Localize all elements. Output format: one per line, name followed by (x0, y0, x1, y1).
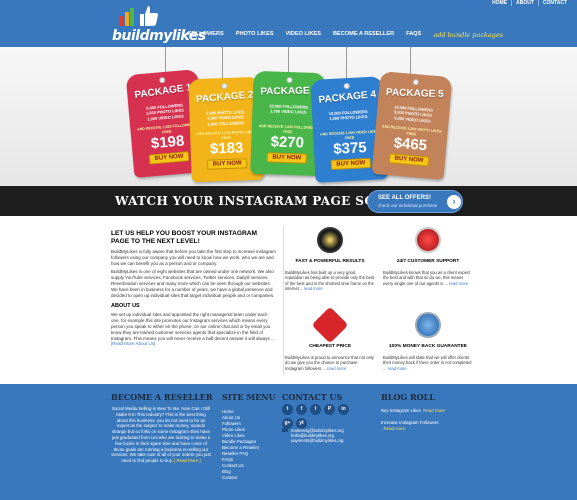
speedometer-icon (317, 227, 343, 253)
nav-followers[interactable]: FOLLOWERS (188, 31, 224, 39)
feature-desc: BuildMyLikes has built up a very good re… (285, 270, 375, 292)
about-paragraph: We set up individual sites and appointed… (111, 312, 275, 347)
buy-now-button[interactable]: BUY NOW (207, 158, 248, 170)
feature-desc: BuildMyLikes will state that we will off… (383, 355, 472, 371)
logo-icon[interactable] (118, 2, 158, 28)
twitter-icon[interactable]: t (282, 404, 293, 415)
feature-desc: BuildMyLikes knows that you as a client … (383, 270, 471, 286)
package-details: 5,000 FOLLOWERS 1,000 PHOTO LIKES 1,000 VI… (145, 102, 185, 122)
tag-string (222, 47, 223, 79)
feature-title: CHEAPEST PRICE (308, 344, 352, 349)
buy-now-button[interactable]: BUY NOW (388, 153, 430, 167)
read-more-link[interactable]: read more (304, 286, 323, 291)
blog-item[interactable]: Increase Instagram Followers Read more (381, 420, 471, 432)
tag-hole (343, 82, 350, 90)
read-more-link[interactable]: read more (388, 366, 407, 371)
envelope-icon (282, 428, 288, 432)
arrow-right-icon: › (447, 195, 461, 209)
facebook-icon[interactable]: f (296, 404, 307, 415)
blog-read-more-link[interactable]: Read more (383, 426, 405, 431)
nav-become-reseller[interactable]: BECOME A RESELLER (333, 31, 394, 39)
tag-hole (412, 78, 420, 86)
offers-label: SEE ALL OFFERS! (378, 195, 432, 201)
tag-string (346, 47, 347, 79)
tag-hole (221, 82, 228, 90)
read-more-about-link[interactable]: [Read More About Us] (111, 341, 155, 346)
footer-menu-item[interactable]: Contact (222, 475, 272, 481)
intro-column: LET US HELP YOU BOOST YOUR INSTAGRAM PAG… (111, 230, 276, 347)
blog-read-more-link[interactable]: Read more (423, 408, 445, 413)
feature-desc: BuildMyLikes is proud to announce that n… (285, 355, 374, 371)
buy-now-button[interactable]: BUY NOW (266, 152, 307, 164)
pinterest-icon[interactable]: P (324, 404, 335, 415)
feature-title: 24/7 CUSTOMER SUPPORT (396, 259, 460, 264)
package-name: PACKAGE 4 (318, 89, 377, 107)
band-title: WATCH YOUR INSTAGRAM PAGE SOAR! (115, 194, 401, 208)
buy-now-button[interactable]: BUY NOW (148, 151, 190, 165)
main-nav: FOLLOWERS PHOTO LIKES VIDEO LIKES BECOME… (188, 31, 515, 39)
intro-paragraph-2: BuildMyLikes is one of eight websites th… (111, 269, 275, 298)
footer-blog-title: BLOG ROLL (381, 392, 435, 402)
package-details: 10,000 FOLLOWERS 1,000 PHOTO LIKES (328, 109, 368, 122)
topnav-home[interactable]: HOME (488, 0, 511, 6)
footer-read-more-link[interactable]: [ Read More ] (174, 458, 201, 463)
column-divider (283, 225, 284, 375)
footer-contact-title: CONTACT US (282, 392, 343, 402)
topnav-contact[interactable]: CONTACT (537, 0, 571, 6)
offers-sublabel: check our individual purchase (378, 203, 438, 208)
nav-faqs[interactable]: FAQS (406, 31, 421, 39)
about-heading: ABOUT US (111, 303, 140, 310)
package-details: 10,000 FOLLOWERS 5,000 PHOTO LIKES 5,000 V… (393, 104, 434, 124)
package-card-5[interactable]: PACKAGE 5 10,000 FOLLOWERS 5,000 PHOTO LI… (371, 71, 453, 180)
intro-paragraph-1: BuildMyLikes is fully aware that before … (111, 249, 276, 266)
topnav-about[interactable]: ABOUT (511, 0, 538, 6)
support-badge-icon (415, 227, 441, 253)
footer-reseller-text: Social Media Selling is New To Me. How C… (111, 406, 211, 464)
nav-photo-likes[interactable]: PHOTO LIKES (236, 31, 274, 39)
nav-video-likes[interactable]: VIDEO LIKES (286, 31, 321, 39)
package-details: 2,500 PHOTO LIKES 2,500 VIDEO LIKES 1,000 … (206, 109, 245, 127)
contact-emails: marketing@buildmylikes.org hello@buildmy… (282, 428, 372, 443)
footer-blog-roll: Buy Instagram Likes Read more Increase I… (381, 408, 471, 432)
top-nav: HOME ABOUT CONTACT (488, 0, 571, 6)
email-link[interactable]: payments@buildmylikes.org (282, 438, 372, 443)
package-name: PACKAGE 2 (195, 89, 255, 106)
linkedin-icon[interactable]: in (338, 404, 349, 415)
footer-reseller-title: BECOME A RESELLER (111, 392, 213, 402)
header (0, 0, 577, 47)
nav-add-bundle-packages[interactable]: add bundle packages (433, 31, 503, 39)
feature-title: 100% MONEY BACK GUARANTEE (388, 344, 467, 349)
read-more-link[interactable]: read more (327, 366, 346, 371)
feature-title: FAST & POWERFUL RESULTS (295, 259, 365, 264)
footer-site-menu: Home About Us Followers Photo Likes Vide… (222, 409, 272, 481)
tag-hole (158, 76, 166, 84)
see-all-offers-button[interactable]: SEE ALL OFFERS! check our individual pur… (367, 190, 463, 213)
package-name: PACKAGE 5 (385, 87, 444, 101)
tumblr-icon[interactable]: t (310, 404, 321, 415)
social-icons: t f t P in g+ yt (282, 404, 362, 429)
tag-hole (286, 76, 293, 84)
guarantee-badge-icon (415, 312, 441, 338)
intro-heading: LET US HELP YOU BOOST YOUR INSTAGRAM PAG… (111, 230, 258, 245)
read-more-link[interactable]: read more (449, 281, 468, 286)
footer-site-menu-title: SITE MENU (222, 392, 276, 402)
buy-now-button[interactable]: BUY NOW (330, 157, 372, 170)
